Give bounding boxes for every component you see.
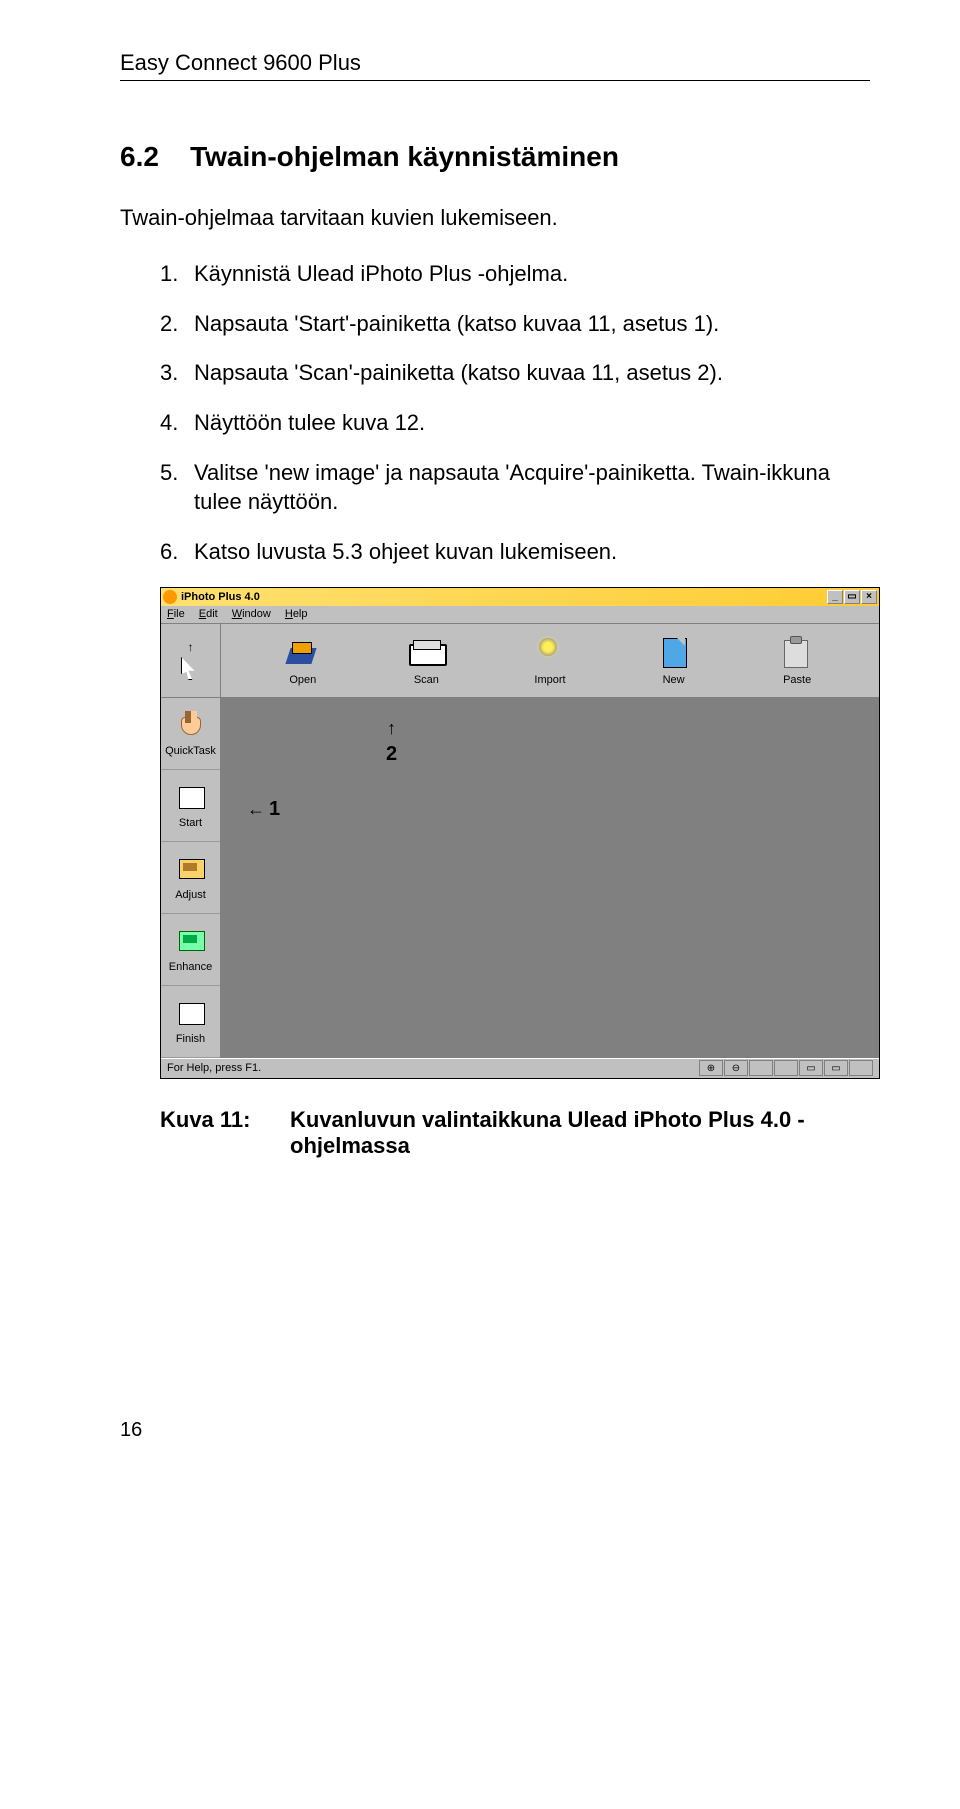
minimize-button[interactable]: _: [827, 590, 843, 604]
up-arrow-icon: ↑: [387, 718, 396, 739]
sidebar-finish[interactable]: Finish: [161, 986, 220, 1058]
figure-caption: Kuva 11: Kuvanluvun valintaikkuna Ulead …: [160, 1107, 870, 1159]
paste-icon: [776, 634, 818, 670]
list-text: Käynnistä Ulead iPhoto Plus -ohjelma.: [194, 259, 870, 289]
sidebar-label: Adjust: [175, 889, 206, 901]
list-number: 6.: [160, 537, 194, 567]
list-number: 4.: [160, 408, 194, 438]
toolbar-paste[interactable]: Paste: [757, 634, 837, 686]
list-text: Katso luvusta 5.3 ohjeet kuvan lukemisee…: [194, 537, 870, 567]
toolbar-import[interactable]: Import: [510, 634, 590, 686]
embedded-screenshot: iPhoto Plus 4.0 _ ▭ × File Edit Window H…: [160, 587, 880, 1079]
list-item: 5. Valitse 'new image' ja napsauta 'Acqu…: [160, 458, 870, 517]
sidebar: QuickTask Start Adjust Enhance Finish: [161, 698, 221, 1058]
menu-help[interactable]: Help: [285, 608, 308, 620]
section-title-text: Twain-ohjelman käynnistäminen: [190, 141, 619, 172]
sidebar-label: Finish: [176, 1033, 205, 1045]
scan-icon: [405, 634, 447, 670]
toolbar-label: Paste: [783, 674, 811, 686]
sidebar-label: QuickTask: [165, 745, 216, 757]
sidebar-start[interactable]: Start: [161, 770, 220, 842]
left-arrow-icon: ←: [247, 799, 265, 820]
ordered-list: 1. Käynnistä Ulead iPhoto Plus -ohjelma.…: [160, 259, 870, 567]
figure-label: Kuva 11:: [160, 1107, 290, 1159]
sidebar-label: Start: [179, 817, 202, 829]
sidebar-quicktask[interactable]: QuickTask: [161, 698, 220, 770]
list-item: 6. Katso luvusta 5.3 ohjeet kuvan lukemi…: [160, 537, 870, 567]
status-cell: ▭: [799, 1060, 823, 1076]
sidebar-label: Enhance: [169, 961, 212, 973]
statusbar: For Help, press F1. ⊕ ⊖ ▭ ▭: [161, 1058, 879, 1078]
list-item: 4. Näyttöön tulee kuva 12.: [160, 408, 870, 438]
toolbar-scan[interactable]: Scan: [386, 634, 466, 686]
sidebar-adjust[interactable]: Adjust: [161, 842, 220, 914]
status-cell: [849, 1060, 873, 1076]
zoom-out-icon[interactable]: ⊖: [724, 1060, 748, 1076]
status-text: For Help, press F1.: [167, 1062, 261, 1074]
section-number: 6.2: [120, 141, 159, 172]
toolbar-label: Open: [289, 674, 316, 686]
status-cell: [749, 1060, 773, 1076]
list-number: 1.: [160, 259, 194, 289]
list-text: Näyttöön tulee kuva 12.: [194, 408, 870, 438]
close-button[interactable]: ×: [861, 590, 877, 604]
menubar: File Edit Window Help: [161, 606, 879, 624]
menu-window[interactable]: Window: [232, 608, 271, 620]
enhance-icon: [175, 925, 207, 957]
toolbar-label: Import: [534, 674, 565, 686]
status-indicators: ⊕ ⊖ ▭ ▭: [699, 1060, 873, 1076]
annotation-1: ← 1: [247, 798, 280, 821]
sidebar-top: ↑: [161, 624, 221, 697]
maximize-button[interactable]: ▭: [844, 590, 860, 604]
section-intro: Twain-ohjelmaa tarvitaan kuvien lukemise…: [120, 205, 870, 231]
list-item: 2. Napsauta 'Start'-painiketta (katso ku…: [160, 309, 870, 339]
up-arrow-icon: ↑: [184, 640, 198, 654]
list-text: Napsauta 'Scan'-painiketta (katso kuvaa …: [194, 358, 870, 388]
adjust-icon: [175, 853, 207, 885]
open-icon: [282, 634, 324, 670]
app-icon: [163, 590, 177, 604]
finish-icon: [175, 997, 207, 1029]
list-text: Napsauta 'Start'-painiketta (katso kuvaa…: [194, 309, 870, 339]
list-number: 5.: [160, 458, 194, 517]
page-number: 16: [120, 1419, 870, 1442]
list-number: 2.: [160, 309, 194, 339]
toolbar-new[interactable]: New: [634, 634, 714, 686]
titlebar: iPhoto Plus 4.0 _ ▭ ×: [161, 588, 879, 606]
running-header: Easy Connect 9600 Plus: [120, 50, 870, 81]
annotation-number: 1: [269, 798, 280, 821]
canvas-area: ← 1 ↑ 2: [221, 698, 879, 1058]
cursor-icon[interactable]: [181, 656, 201, 680]
start-icon: [175, 781, 207, 813]
list-number: 3.: [160, 358, 194, 388]
menu-edit[interactable]: Edit: [199, 608, 218, 620]
list-text: Valitse 'new image' ja napsauta 'Acquire…: [194, 458, 870, 517]
new-icon: [653, 634, 695, 670]
zoom-in-icon[interactable]: ⊕: [699, 1060, 723, 1076]
annotation-number: 2: [386, 743, 397, 766]
window-title: iPhoto Plus 4.0: [181, 591, 260, 603]
import-icon: [529, 634, 571, 670]
header-title: Easy Connect 9600 Plus: [120, 50, 361, 75]
status-cell: [774, 1060, 798, 1076]
hand-icon: [175, 709, 207, 741]
toolbar-label: New: [663, 674, 685, 686]
toolbar-open[interactable]: Open: [263, 634, 343, 686]
list-item: 3. Napsauta 'Scan'-painiketta (katso kuv…: [160, 358, 870, 388]
sidebar-enhance[interactable]: Enhance: [161, 914, 220, 986]
list-item: 1. Käynnistä Ulead iPhoto Plus -ohjelma.: [160, 259, 870, 289]
section-heading: 6.2 Twain-ohjelman käynnistäminen: [120, 141, 870, 173]
figure-caption-text: Kuvanluvun valintaikkuna Ulead iPhoto Pl…: [290, 1107, 870, 1159]
toolbar-label: Scan: [414, 674, 439, 686]
status-cell: ▭: [824, 1060, 848, 1076]
annotation-2: ↑ 2: [386, 718, 397, 766]
menu-file[interactable]: File: [167, 608, 185, 620]
